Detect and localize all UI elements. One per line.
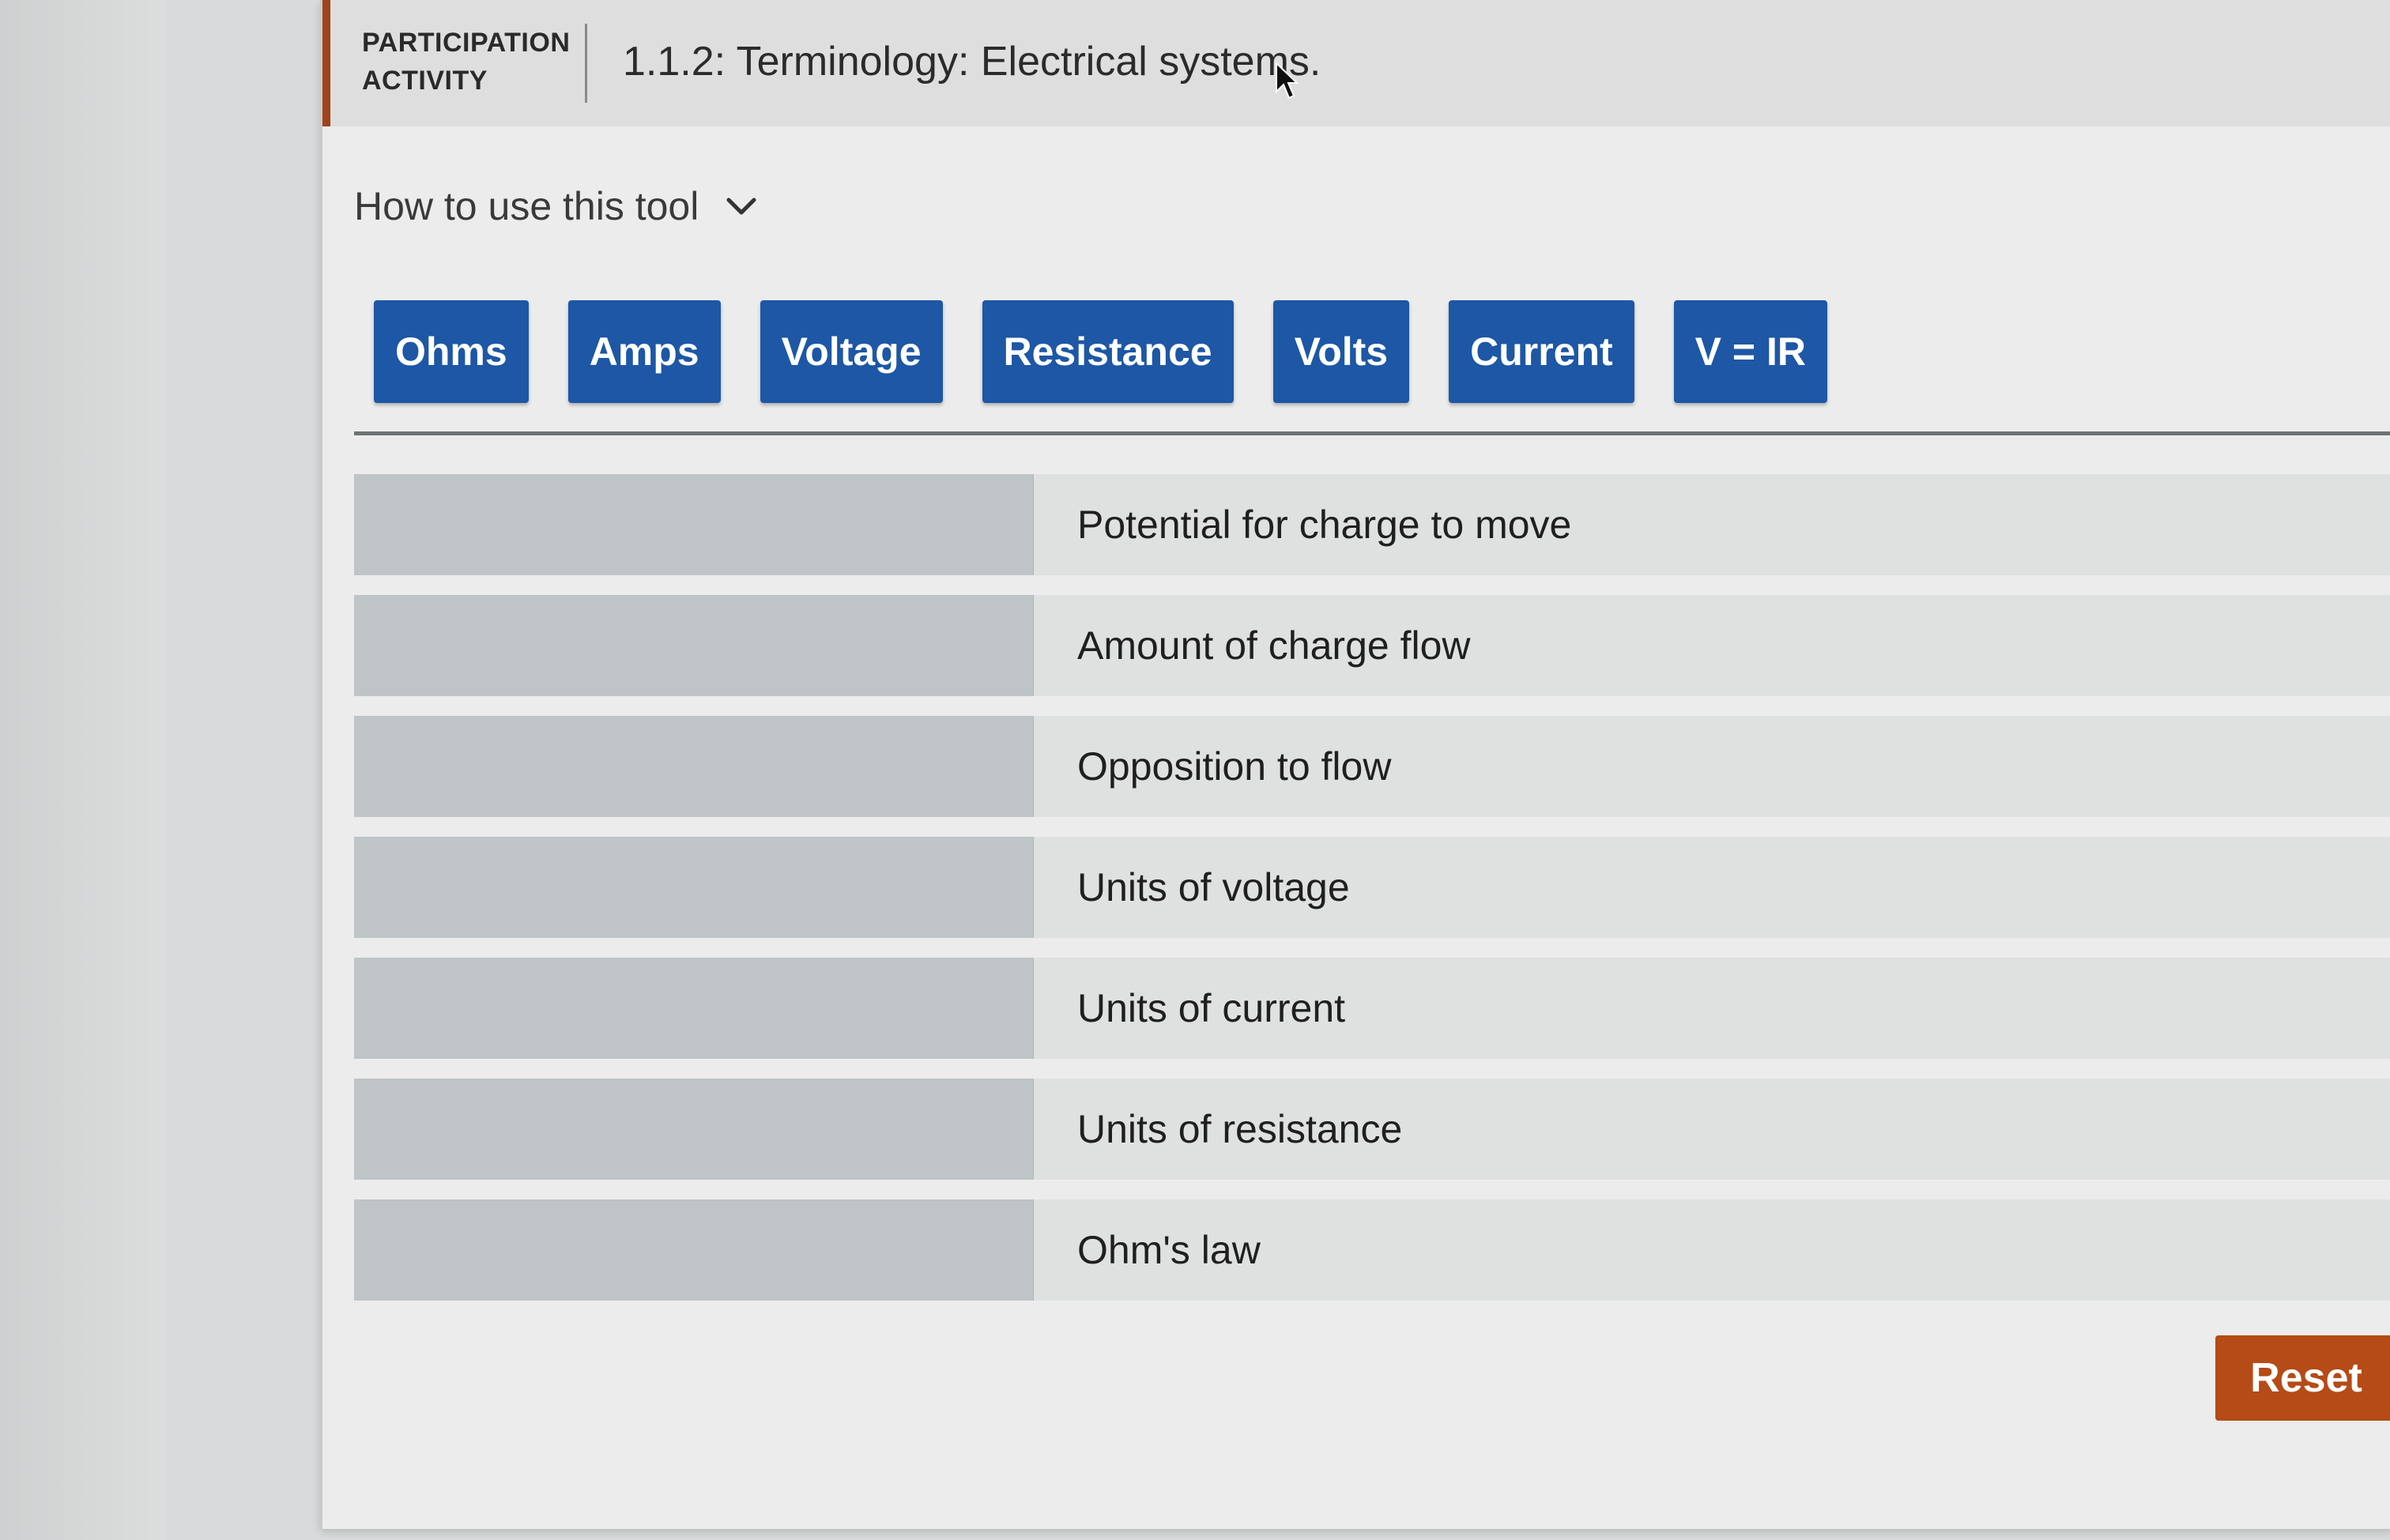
activity-type-line1: PARTICIPATION [362, 28, 571, 58]
activity-type-line2: ACTIVITY [362, 66, 488, 96]
term-ohms-law-equation[interactable]: V = IR [1673, 300, 1828, 403]
term-amps[interactable]: Amps [567, 300, 721, 403]
participation-activity: PARTICIPATION ACTIVITY 1.1.2: Terminolog… [320, 0, 2390, 1529]
definition-label: Units of voltage [1077, 865, 1350, 909]
match-row: Units of current [354, 958, 2390, 1059]
activity-header: PARTICIPATION ACTIVITY 1.1.2: Terminolog… [322, 0, 2390, 126]
match-row: Ohm's law [354, 1199, 2390, 1301]
header-divider [585, 24, 587, 103]
term-volts[interactable]: Volts [1272, 300, 1410, 403]
activity-title: 1.1.2: Terminology: Electrical systems. [623, 39, 1321, 85]
term-bank: Ohms Amps Voltage Resistance Volts Curre… [374, 300, 1828, 411]
mouse-cursor-icon [1276, 62, 1299, 100]
drop-zone[interactable] [354, 595, 1034, 696]
match-row: Potential for charge to move [354, 474, 2390, 575]
chevron-down-icon [726, 198, 756, 215]
drop-zone[interactable] [354, 716, 1034, 817]
drop-zone[interactable] [354, 1199, 1034, 1301]
match-row: Amount of charge flow [354, 595, 2390, 696]
term-bank-divider [354, 431, 2390, 435]
definition-label: Ohm's law [1077, 1228, 1261, 1272]
activity-type-label: PARTICIPATION ACTIVITY [362, 24, 599, 100]
matching-rows: Potential for charge to move Amount of c… [354, 474, 2390, 1320]
drop-zone[interactable] [354, 474, 1034, 575]
match-row: Units of voltage [354, 837, 2390, 938]
match-row: Units of resistance [354, 1079, 2390, 1180]
drop-zone[interactable] [354, 837, 1034, 938]
how-to-use-toggle[interactable]: How to use this tool [354, 183, 757, 229]
how-to-use-label: How to use this tool [354, 184, 699, 228]
drop-zone[interactable] [354, 958, 1034, 1059]
reset-button[interactable]: Reset [2215, 1335, 2390, 1421]
page-margin [0, 0, 166, 1540]
term-voltage[interactable]: Voltage [760, 300, 943, 403]
term-ohms[interactable]: Ohms [374, 300, 529, 403]
definition-label: Units of current [1077, 986, 1346, 1030]
definition-label: Opposition to flow [1077, 744, 1392, 789]
definition-label: Units of resistance [1077, 1107, 1403, 1151]
drop-zone[interactable] [354, 1079, 1034, 1180]
match-row: Opposition to flow [354, 716, 2390, 817]
definition-label: Potential for charge to move [1077, 503, 1572, 547]
definition-label: Amount of charge flow [1077, 623, 1471, 668]
term-resistance[interactable]: Resistance [982, 300, 1234, 403]
term-current[interactable]: Current [1449, 300, 1634, 403]
